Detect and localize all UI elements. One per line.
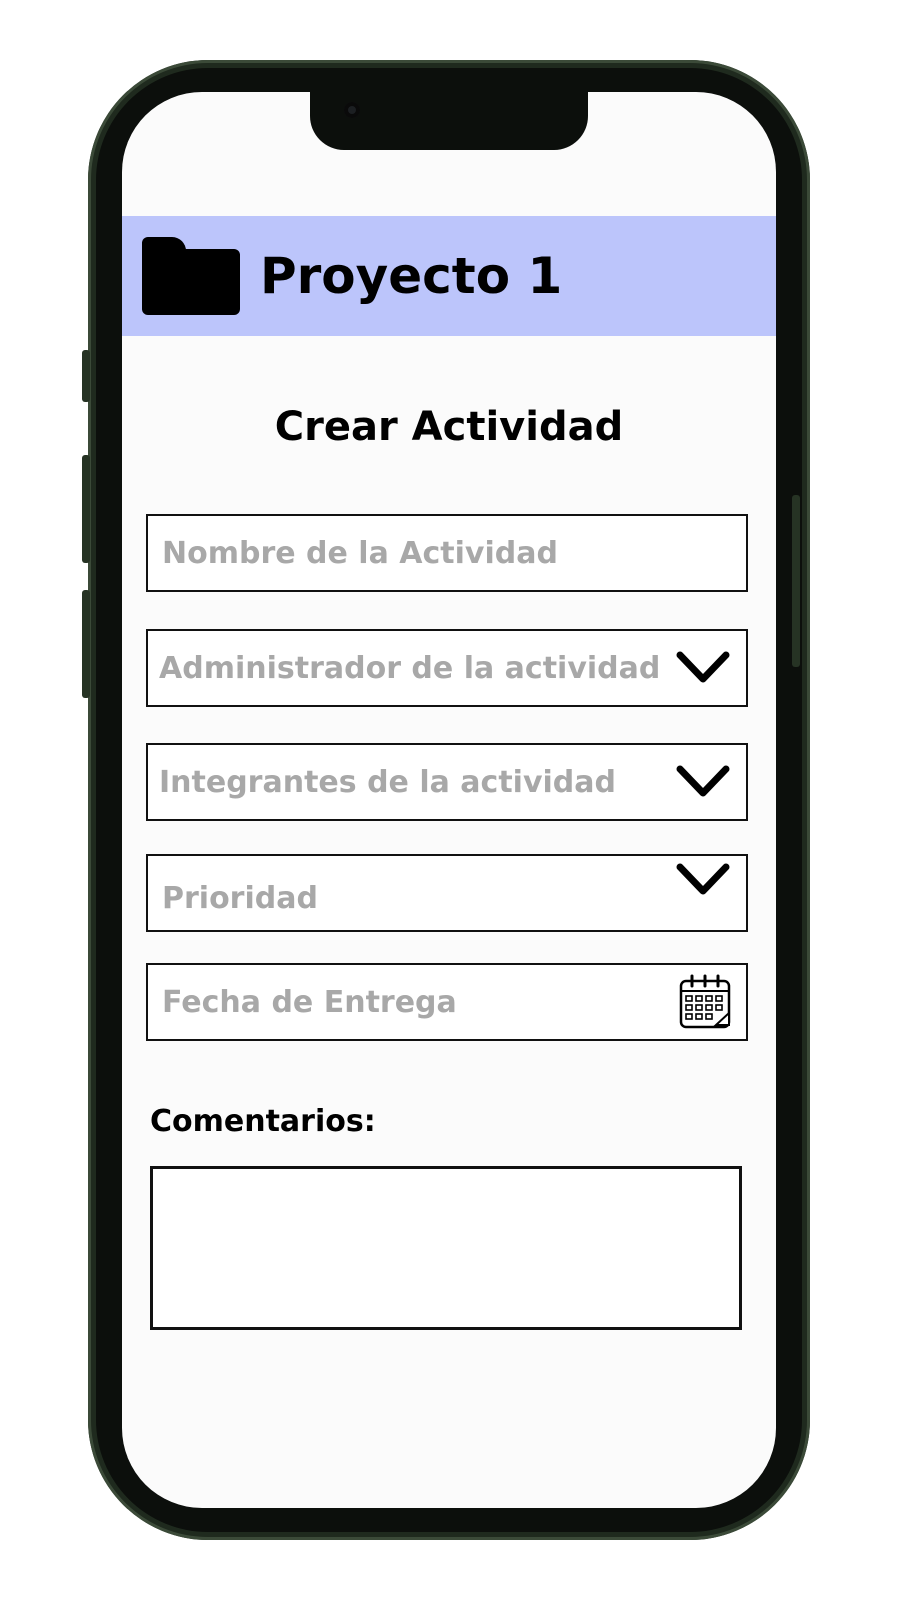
comments-label: Comentarios:	[150, 1104, 376, 1139]
comments-textarea[interactable]	[150, 1166, 742, 1330]
due-date-placeholder: Fecha de Entrega	[162, 984, 457, 1020]
activity-admin-select[interactable]: Administrador de la actividad	[146, 629, 748, 707]
phone-volume-up-button	[82, 455, 90, 563]
chevron-down-icon[interactable]	[676, 863, 730, 897]
front-camera	[344, 102, 360, 118]
project-title: Proyecto 1	[260, 247, 563, 305]
activity-members-select[interactable]: Integrantes de la actividad	[146, 743, 748, 821]
phone-screen: Proyecto 1 Crear Actividad Nombre de la …	[122, 92, 776, 1508]
priority-select[interactable]: Prioridad	[146, 854, 748, 932]
phone-notch	[310, 92, 588, 150]
project-header: Proyecto 1	[122, 216, 776, 336]
due-date-field[interactable]: Fecha de Entrega	[146, 963, 748, 1041]
phone-volume-down-button	[82, 590, 90, 698]
activity-name-field[interactable]: Nombre de la Actividad	[146, 514, 748, 592]
activity-name-placeholder: Nombre de la Actividad	[162, 535, 558, 571]
chevron-down-icon[interactable]	[676, 651, 730, 685]
phone-silent-switch	[82, 350, 90, 402]
phone-power-button	[792, 495, 800, 667]
chevron-down-icon[interactable]	[676, 765, 730, 799]
activity-members-placeholder: Integrantes de la actividad	[159, 764, 616, 800]
priority-placeholder: Prioridad	[162, 880, 318, 916]
form-title: Crear Actividad	[274, 404, 624, 450]
activity-admin-placeholder: Administrador de la actividad	[159, 650, 661, 686]
calendar-icon[interactable]	[678, 973, 732, 1031]
folder-icon	[142, 237, 240, 315]
